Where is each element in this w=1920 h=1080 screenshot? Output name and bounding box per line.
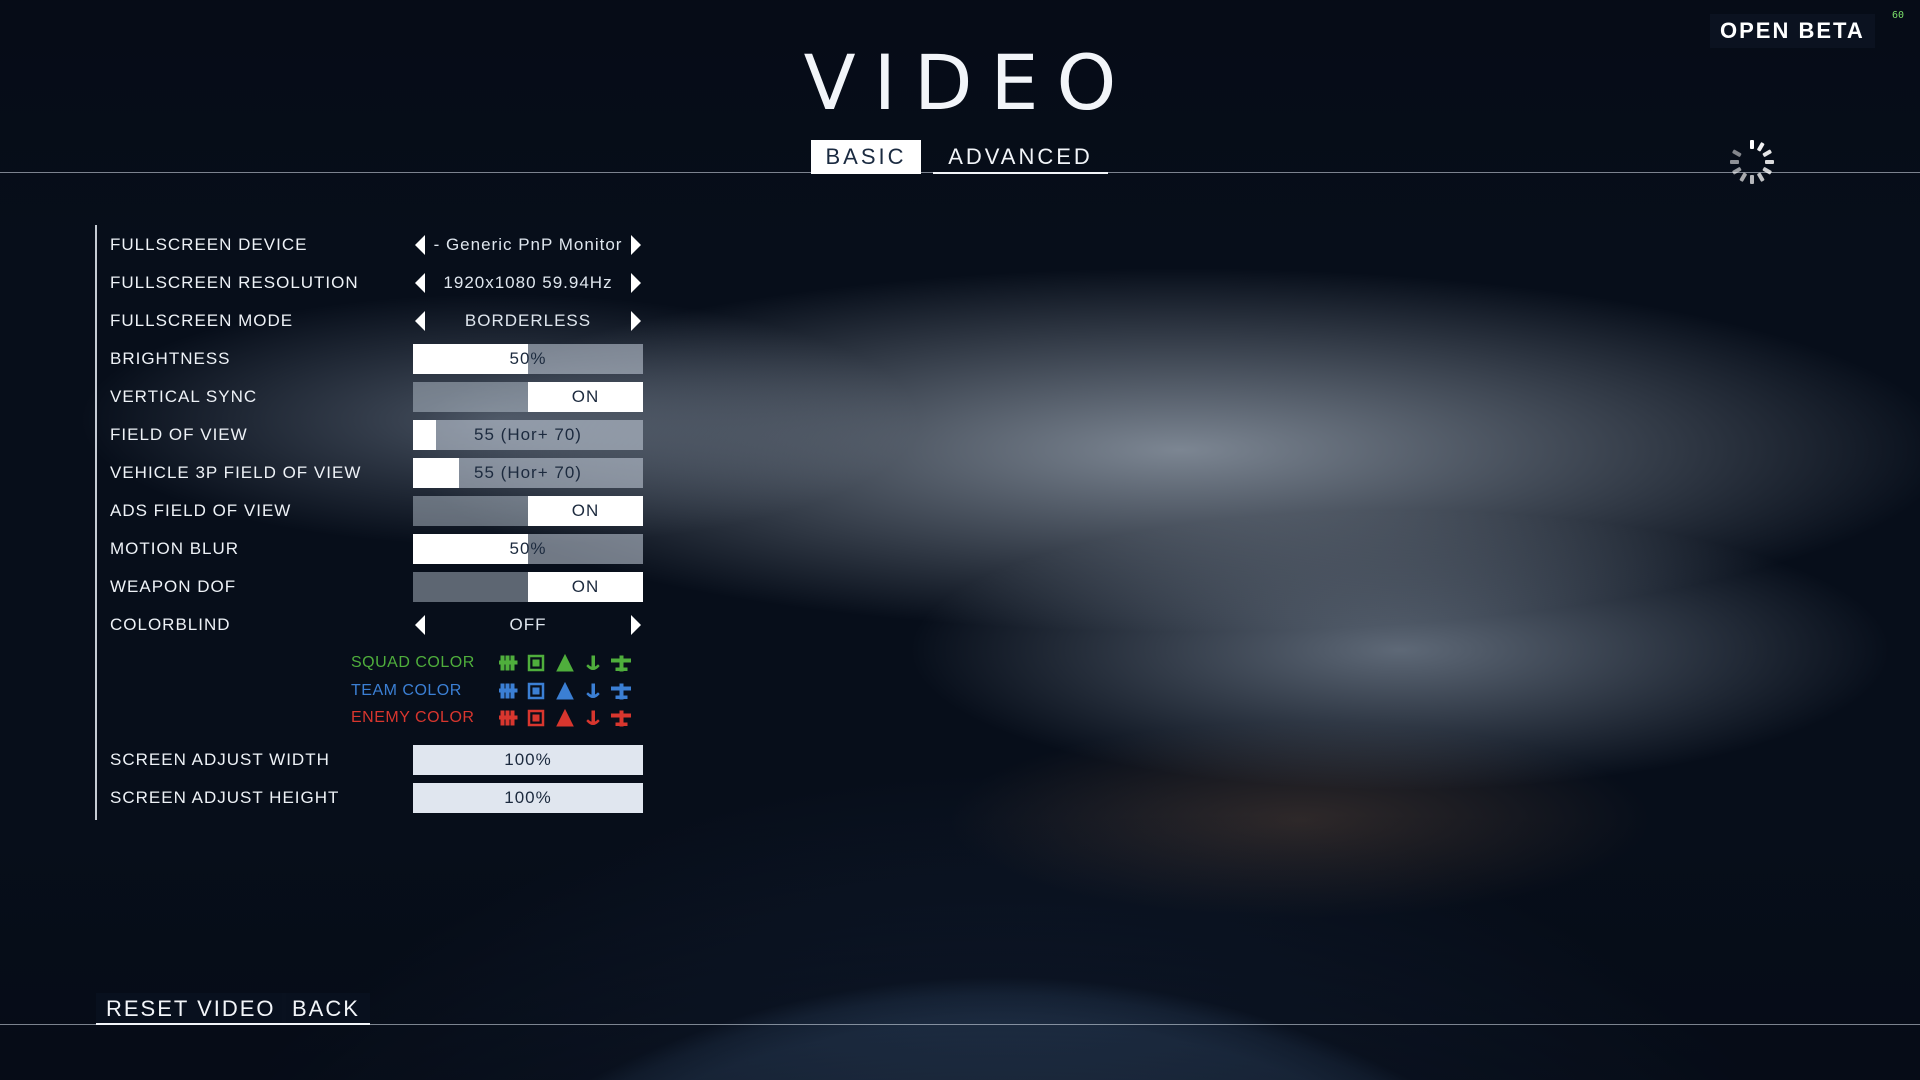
fps-counter: 60 bbox=[1892, 10, 1905, 21]
chevron-left-icon[interactable] bbox=[413, 273, 427, 293]
vertical-sync-toggle[interactable]: ON bbox=[413, 382, 643, 412]
setting-screen-adjust-width: SCREEN ADJUST WIDTH 100% bbox=[110, 745, 650, 775]
vehicle-icon bbox=[555, 654, 575, 672]
selector-value: 1920x1080 59.94Hz bbox=[443, 273, 613, 292]
toggle-knob: ON bbox=[528, 496, 643, 526]
squad-icon bbox=[527, 654, 547, 672]
setting-field-of-view: FIELD OF VIEW 55 (Hor+ 70) bbox=[110, 420, 650, 450]
chevron-right-icon[interactable] bbox=[629, 615, 643, 635]
squad-color-preview: SQUAD COLOR bbox=[351, 651, 651, 675]
setting-ads-fov: ADS FIELD OF VIEW ON bbox=[110, 496, 650, 526]
setting-label: VEHICLE 3P FIELD OF VIEW bbox=[110, 463, 362, 482]
chevron-right-icon[interactable] bbox=[629, 311, 643, 331]
motion-blur-slider[interactable]: 50% bbox=[413, 534, 643, 564]
screen-adjust-height-slider[interactable]: 100% bbox=[413, 783, 643, 813]
setting-label: WEAPON DOF bbox=[110, 577, 237, 596]
slider-value: 100% bbox=[504, 750, 552, 769]
setting-label: MOTION BLUR bbox=[110, 539, 240, 558]
vehicle-icon bbox=[555, 682, 575, 700]
setting-label: SCREEN ADJUST HEIGHT bbox=[110, 788, 340, 807]
ads-fov-toggle[interactable]: ON bbox=[413, 496, 643, 526]
brightness-slider[interactable]: 50% bbox=[413, 344, 643, 374]
slider-value: 50% bbox=[509, 539, 547, 558]
setting-vehicle-3p-fov: VEHICLE 3P FIELD OF VIEW 55 (Hor+ 70) bbox=[110, 458, 650, 488]
infantry-icon bbox=[499, 654, 519, 672]
selector-value: - Generic PnP Monitor bbox=[433, 235, 623, 254]
anchor-icon bbox=[583, 682, 603, 700]
fullscreen-resolution-selector: 1920x1080 59.94Hz bbox=[413, 268, 643, 298]
page-title: VIDEO bbox=[803, 38, 1135, 127]
squad-icon bbox=[527, 682, 547, 700]
field-of-view-slider[interactable]: 55 (Hor+ 70) bbox=[413, 420, 643, 450]
slider-value: 100% bbox=[504, 788, 552, 807]
open-beta-badge: OPEN BETA bbox=[1710, 14, 1875, 48]
setting-label: ADS FIELD OF VIEW bbox=[110, 501, 292, 520]
chevron-left-icon[interactable] bbox=[413, 311, 427, 331]
plane-icon bbox=[611, 654, 631, 672]
vehicle-icon bbox=[555, 709, 575, 727]
setting-fullscreen-resolution: FULLSCREEN RESOLUTION 1920x1080 59.94Hz bbox=[110, 268, 650, 298]
infantry-icon bbox=[499, 682, 519, 700]
setting-label: FULLSCREEN RESOLUTION bbox=[110, 273, 359, 292]
setting-label: FULLSCREEN MODE bbox=[110, 311, 294, 330]
video-settings-screen: VIDEO OPEN BETA 60 BASIC ADVANCED FULLSC… bbox=[0, 0, 1920, 1080]
color-icons bbox=[499, 682, 631, 700]
chevron-left-icon[interactable] bbox=[413, 235, 427, 255]
color-icons bbox=[499, 709, 631, 727]
setting-colorblind: COLORBLIND OFF bbox=[110, 610, 650, 640]
enemy-color-preview: ENEMY COLOR bbox=[351, 706, 651, 730]
setting-weapon-dof: WEAPON DOF ON bbox=[110, 572, 650, 602]
slider-value: 50% bbox=[509, 349, 547, 368]
setting-vertical-sync: VERTICAL SYNC ON bbox=[110, 382, 650, 412]
colorblind-selector: OFF bbox=[413, 610, 643, 640]
toggle-knob: ON bbox=[528, 572, 643, 602]
fullscreen-mode-selector: BORDERLESS bbox=[413, 306, 643, 336]
screen-adjust-width-slider[interactable]: 100% bbox=[413, 745, 643, 775]
tab-basic[interactable]: BASIC bbox=[811, 140, 921, 174]
chevron-right-icon[interactable] bbox=[629, 273, 643, 293]
loading-spinner-icon bbox=[1730, 140, 1774, 184]
anchor-icon bbox=[583, 709, 603, 727]
team-color-preview: TEAM COLOR bbox=[351, 679, 651, 703]
setting-brightness: BRIGHTNESS 50% bbox=[110, 344, 650, 374]
selector-value: BORDERLESS bbox=[464, 311, 592, 330]
setting-label: SCREEN ADJUST WIDTH bbox=[110, 750, 330, 769]
slider-value: 55 (Hor+ 70) bbox=[474, 425, 582, 444]
chevron-right-icon[interactable] bbox=[629, 235, 643, 255]
squad-icon bbox=[527, 709, 547, 727]
color-icons bbox=[499, 654, 631, 672]
tab-advanced[interactable]: ADVANCED bbox=[933, 140, 1108, 174]
setting-label: COLORBLIND bbox=[110, 615, 231, 634]
setting-label: BRIGHTNESS bbox=[110, 349, 231, 368]
setting-label: FULLSCREEN DEVICE bbox=[110, 235, 308, 254]
toggle-knob: ON bbox=[528, 382, 643, 412]
weapon-dof-toggle[interactable]: ON bbox=[413, 572, 643, 602]
setting-fullscreen-device: FULLSCREEN DEVICE - Generic PnP Monitor bbox=[110, 230, 650, 260]
back-button[interactable]: BACK bbox=[282, 993, 370, 1025]
anchor-icon bbox=[583, 654, 603, 672]
color-label: TEAM COLOR bbox=[351, 682, 462, 699]
settings-rail bbox=[95, 225, 97, 820]
fullscreen-device-selector: - Generic PnP Monitor bbox=[413, 230, 643, 260]
selector-value: OFF bbox=[509, 615, 547, 634]
setting-fullscreen-mode: FULLSCREEN MODE BORDERLESS bbox=[110, 306, 650, 336]
setting-label: VERTICAL SYNC bbox=[110, 387, 258, 406]
chevron-left-icon[interactable] bbox=[413, 615, 427, 635]
reset-video-button[interactable]: RESET VIDEO bbox=[96, 993, 286, 1025]
setting-screen-adjust-height: SCREEN ADJUST HEIGHT 100% bbox=[110, 783, 650, 813]
color-label: ENEMY COLOR bbox=[351, 709, 475, 726]
vehicle-3p-fov-slider[interactable]: 55 (Hor+ 70) bbox=[413, 458, 643, 488]
setting-label: FIELD OF VIEW bbox=[110, 425, 248, 444]
plane-icon bbox=[611, 682, 631, 700]
infantry-icon bbox=[499, 709, 519, 727]
slider-value: 55 (Hor+ 70) bbox=[474, 463, 582, 482]
plane-icon bbox=[611, 709, 631, 727]
setting-motion-blur: MOTION BLUR 50% bbox=[110, 534, 650, 564]
color-label: SQUAD COLOR bbox=[351, 654, 475, 671]
